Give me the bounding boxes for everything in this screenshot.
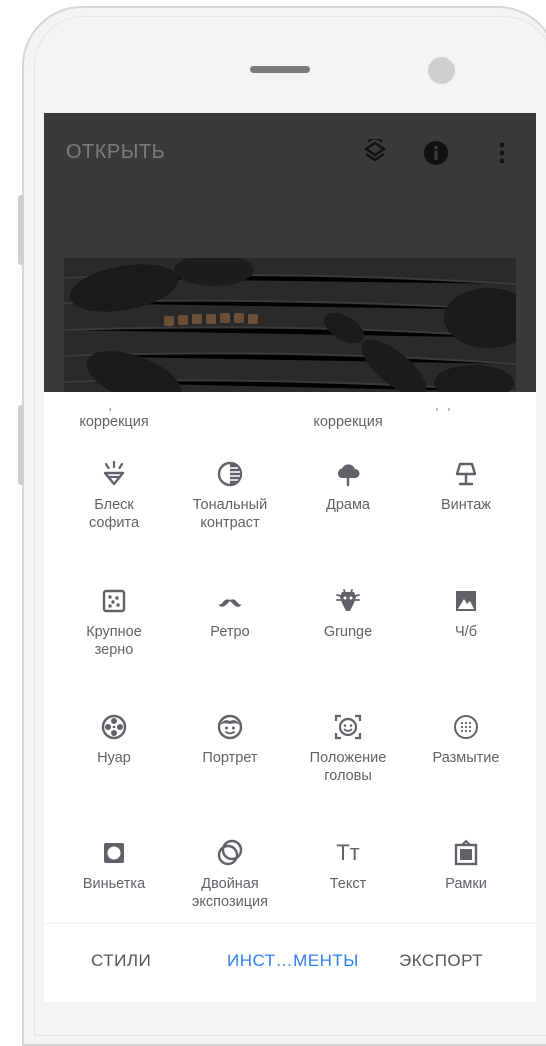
power-button xyxy=(18,405,24,485)
grainy-film-icon xyxy=(102,589,126,613)
tool-label: Портрет xyxy=(202,750,258,766)
tool-double-exposure[interactable]: Двойная экспозиция xyxy=(172,839,288,911)
tool-portrait[interactable]: Портрет xyxy=(172,713,288,767)
tool-black-white[interactable]: Ч/б xyxy=(408,587,524,641)
app-screen: ОТКРЫТЬ коррекция коррекция Блеск софита… xyxy=(44,113,536,1002)
tool-label: Ретро xyxy=(210,624,250,640)
head-pose-icon xyxy=(334,714,362,740)
tool-label: Размытие xyxy=(432,750,500,766)
tool-label: Grunge xyxy=(323,624,373,640)
black-white-icon xyxy=(456,591,476,611)
tab-styles[interactable]: СТИЛИ xyxy=(91,951,151,971)
tonal-contrast-icon xyxy=(217,461,243,487)
tool-label: Виньетка xyxy=(82,876,146,892)
frames-icon xyxy=(454,839,478,866)
tool-label: Крупное зерно xyxy=(86,624,142,658)
tool-label: Тональный контраст xyxy=(192,497,268,531)
tool-frames[interactable]: Рамки xyxy=(408,839,524,893)
tool-label: коррекция xyxy=(79,414,149,430)
tool-label: Текст xyxy=(329,876,367,892)
tool-vignette[interactable]: Виньетка xyxy=(56,839,172,893)
tool-vintage[interactable]: Винтаж xyxy=(408,460,524,514)
tool-label: Рамки xyxy=(445,876,487,892)
noir-film-reel-icon xyxy=(101,714,127,740)
tool-drama[interactable]: Драма xyxy=(290,460,406,514)
grunge-icon xyxy=(336,589,360,611)
blur-lens-icon xyxy=(454,715,478,739)
retro-mustache-icon xyxy=(218,599,242,607)
grid-fade xyxy=(44,392,536,408)
tool-label: Положение головы xyxy=(309,750,387,784)
tool-label: Винтаж xyxy=(440,497,492,513)
tool-noir[interactable]: Нуар xyxy=(56,713,172,767)
tab-tools[interactable]: ИНСТ…МЕНТЫ xyxy=(227,951,359,971)
more-menu-icon[interactable] xyxy=(484,135,520,171)
double-exposure-icon xyxy=(217,839,243,866)
bottom-navigation: СТИЛИ ИНСТ…МЕНТЫ ЭКСПОРТ xyxy=(44,923,536,1002)
drama-cloud-icon xyxy=(337,464,360,487)
photo-preview xyxy=(64,258,516,408)
tool-lens-blur[interactable]: Размытие xyxy=(408,713,524,767)
tool-retro[interactable]: Ретро xyxy=(172,587,288,641)
volume-button xyxy=(18,195,24,265)
tool-tonal-contrast[interactable]: Тональный контраст xyxy=(172,460,288,532)
tool-grainy-film[interactable]: Крупное зерно xyxy=(56,587,172,659)
earpiece-speaker xyxy=(250,66,310,73)
tool-label: Ч/б xyxy=(455,624,477,640)
tool-label: Двойная экспозиция xyxy=(192,876,268,910)
tool-label: коррекция xyxy=(313,414,383,430)
portrait-face-icon xyxy=(217,714,243,740)
tool-text[interactable]: Тт Текст xyxy=(290,839,406,893)
info-icon[interactable] xyxy=(418,135,454,171)
tool-spotlight[interactable]: Блеск софита xyxy=(56,460,172,532)
vintage-lamp-icon xyxy=(455,462,477,486)
tool-label: Драма xyxy=(326,497,370,513)
tool-label: Нуар xyxy=(97,750,131,766)
looks-stack-icon[interactable] xyxy=(357,135,393,171)
tool-head-pose[interactable]: Положение головы xyxy=(290,713,406,785)
app-bar: ОТКРЫТЬ xyxy=(44,113,536,408)
tool-label: Блеск софита xyxy=(88,497,140,531)
spotlight-icon xyxy=(103,460,125,486)
front-camera xyxy=(428,57,455,84)
open-button[interactable]: ОТКРЫТЬ xyxy=(66,141,165,164)
text-icon: Тт xyxy=(336,840,360,865)
tool-grunge[interactable]: Grunge xyxy=(290,587,406,641)
tab-export[interactable]: ЭКСПОРТ xyxy=(399,951,483,971)
vignette-icon xyxy=(104,843,124,863)
